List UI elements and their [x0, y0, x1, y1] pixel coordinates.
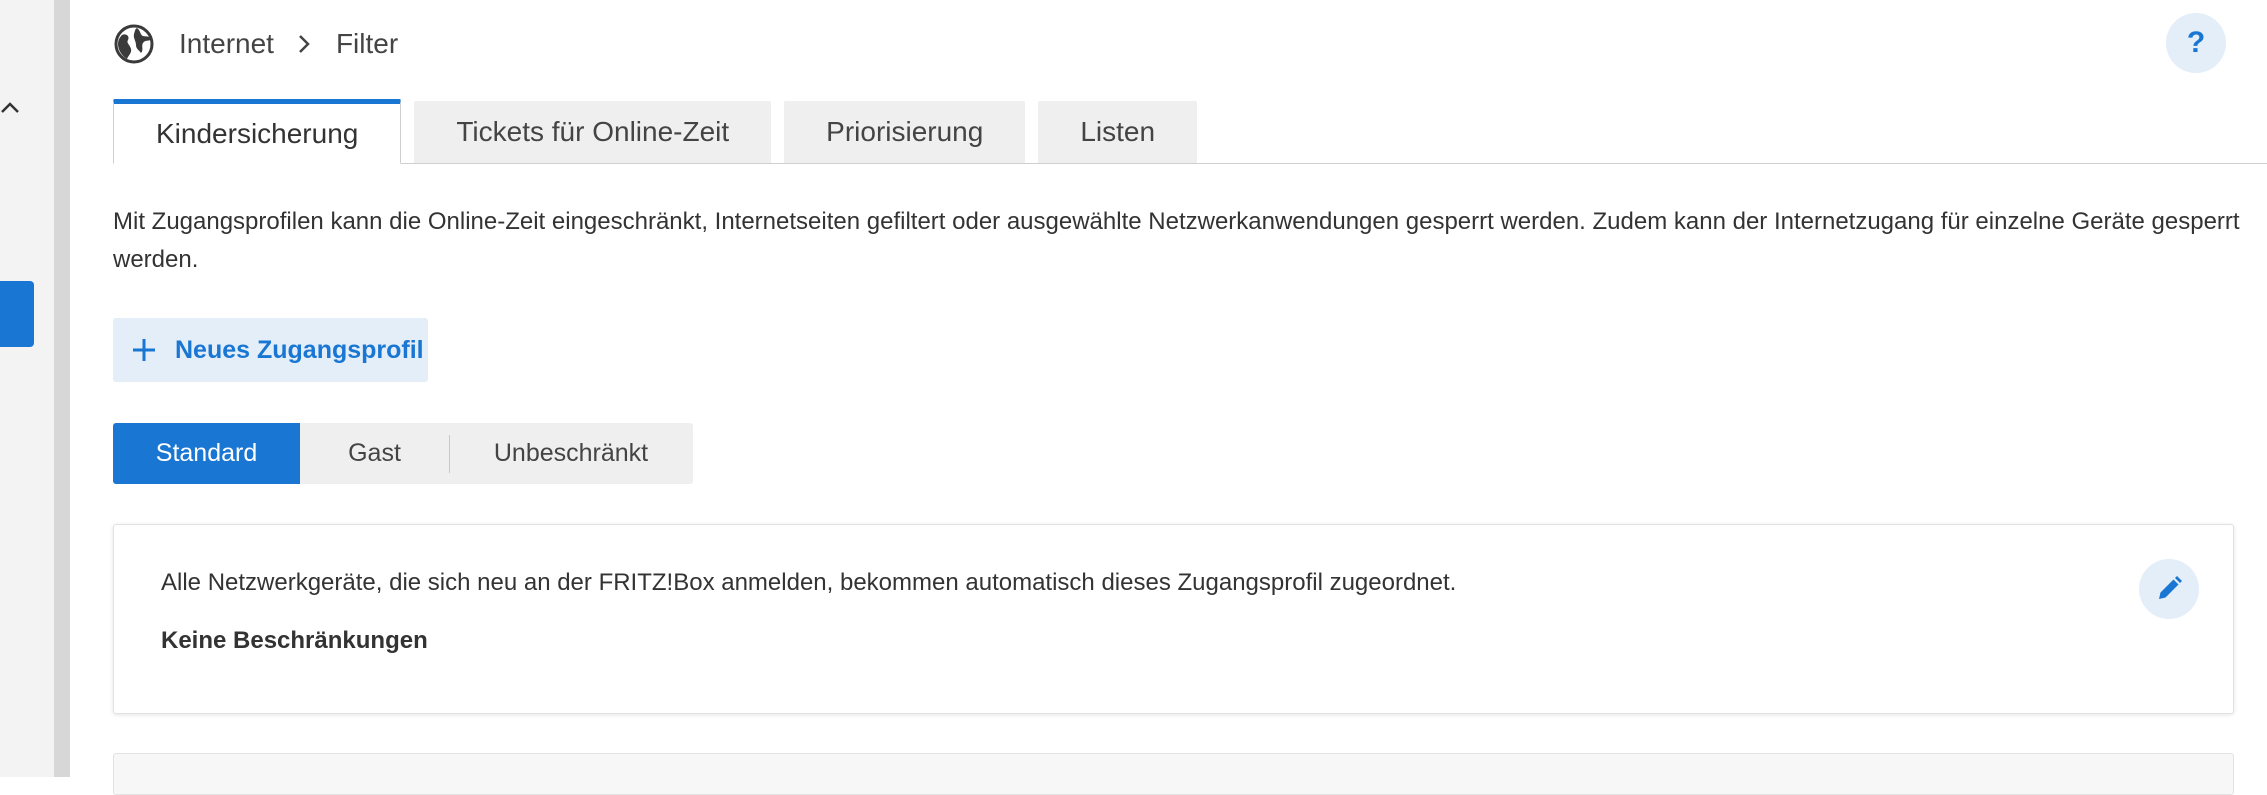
profile-card: Alle Netzwerkgeräte, die sich neu an der… — [113, 524, 2234, 714]
globe-icon — [114, 24, 154, 64]
add-profile-button[interactable]: Neues Zugangsprofil — [113, 318, 428, 382]
tab-kindersicherung[interactable]: Kindersicherung — [113, 99, 402, 164]
breadcrumb-section[interactable]: Internet — [179, 28, 274, 60]
chevron-up-icon[interactable] — [0, 98, 20, 118]
profile-gast[interactable]: Gast — [300, 434, 450, 473]
tab-tickets[interactable]: Tickets für Online-Zeit — [414, 101, 772, 163]
chevron-right-icon — [299, 35, 310, 53]
help-button[interactable]: ? — [2166, 13, 2226, 73]
profile-standard[interactable]: Standard — [113, 423, 300, 484]
next-card — [113, 753, 2234, 795]
profile-unbeschraenkt[interactable]: Unbeschränkt — [450, 423, 692, 484]
page-description: Mit Zugangsprofilen kann die Online-Zeit… — [113, 208, 2240, 273]
main-content: Internet Filter ? Kindersicherung Ticket… — [70, 0, 2267, 795]
breadcrumb: Internet Filter — [113, 20, 398, 68]
profile-selector: Standard Gast Unbeschränkt — [113, 423, 693, 484]
tab-bar: Kindersicherung Tickets für Online-Zeit … — [113, 98, 2267, 164]
pencil-icon — [2159, 576, 2182, 599]
tab-priorisierung[interactable]: Priorisierung — [784, 101, 1026, 163]
edit-profile-button[interactable] — [2139, 559, 2199, 619]
sidebar-divider[interactable] — [54, 0, 70, 777]
tab-listen[interactable]: Listen — [1038, 101, 1198, 163]
profile-card-text: Alle Netzwerkgeräte, die sich neu an der… — [161, 569, 1457, 596]
plus-icon — [133, 339, 155, 361]
profile-card-status: Keine Beschränkungen — [161, 627, 428, 654]
sidebar-active-item[interactable] — [0, 281, 34, 347]
breadcrumb-page: Filter — [335, 28, 399, 59]
add-profile-label: Neues Zugangsprofil — [175, 335, 424, 364]
sidebar — [0, 0, 54, 777]
